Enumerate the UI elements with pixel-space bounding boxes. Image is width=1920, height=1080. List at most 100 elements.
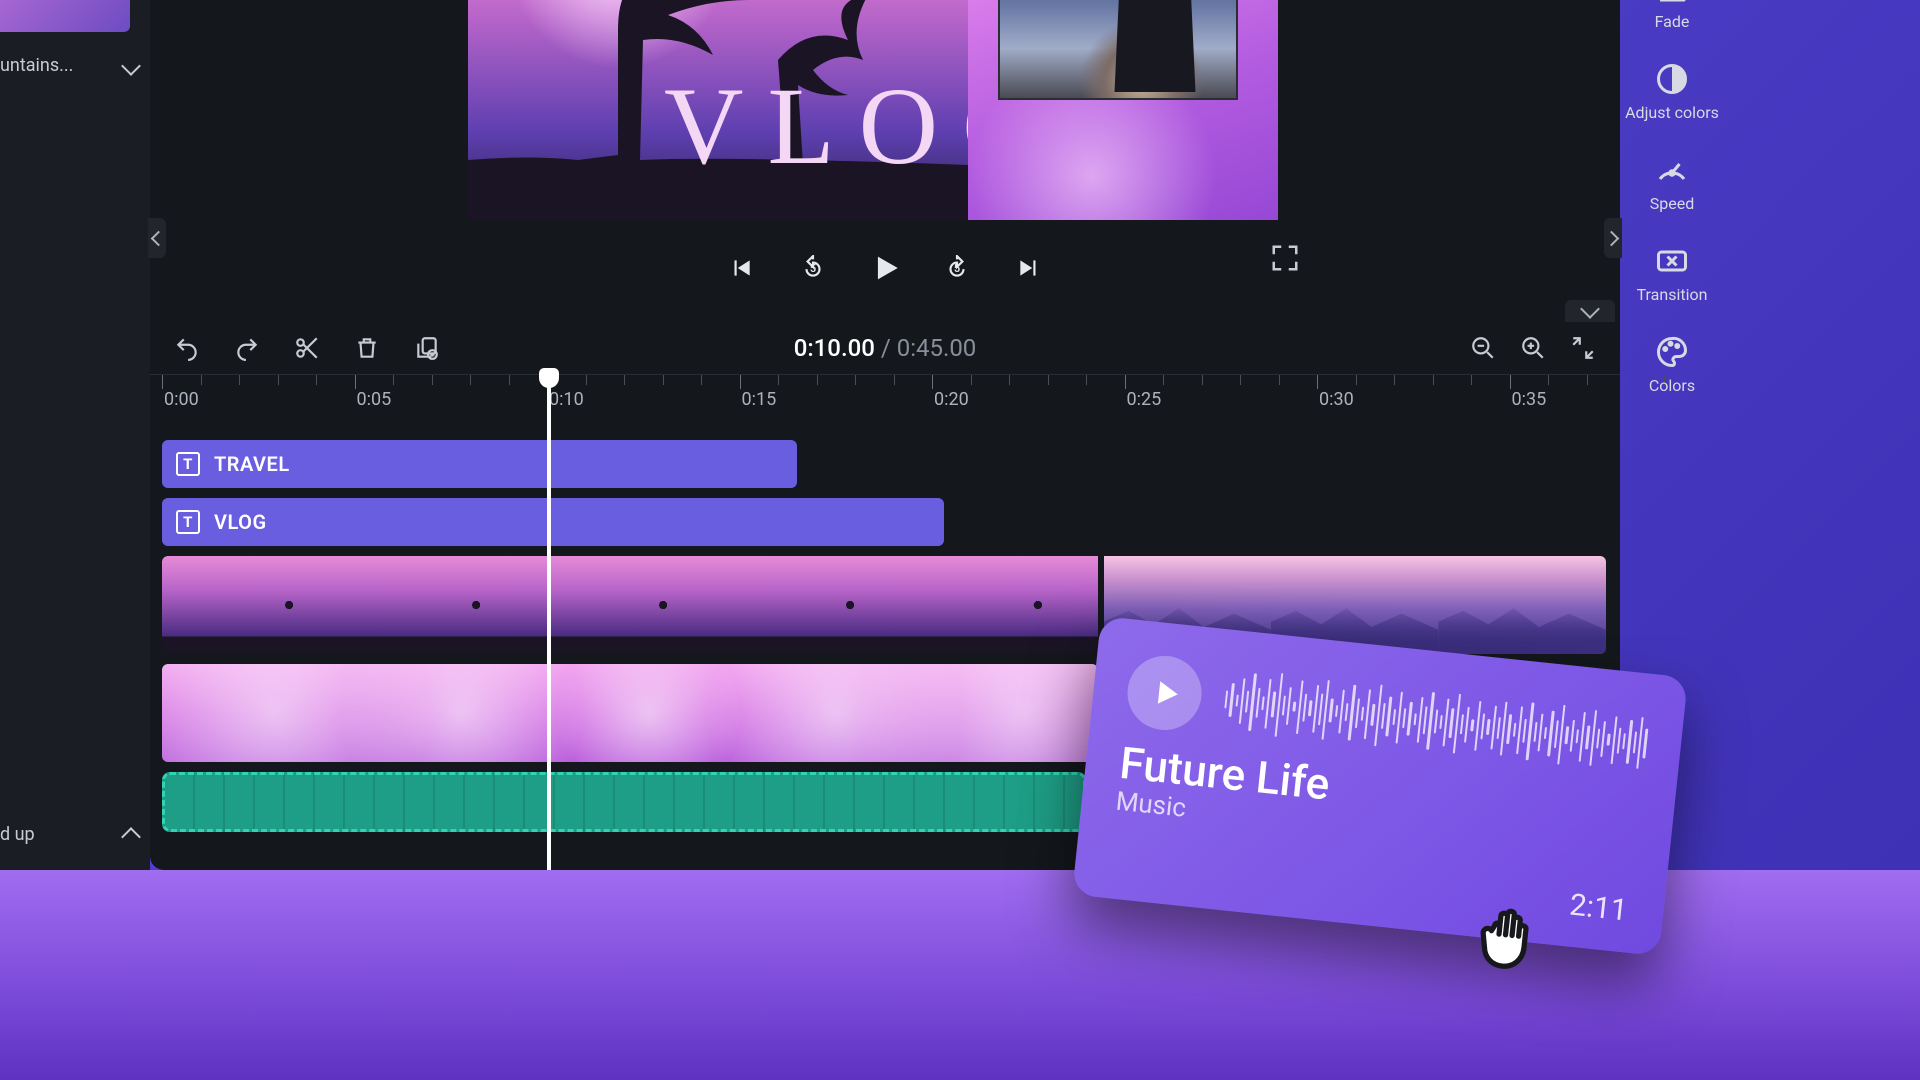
ruler-minor-tick — [586, 375, 587, 385]
ruler-label: 0:30 — [1319, 389, 1354, 410]
ruler-minor-tick — [778, 375, 779, 385]
collapse-timeline-button[interactable] — [1565, 300, 1615, 322]
chevron-up-icon — [121, 827, 141, 847]
video-clip-thumbnail[interactable] — [162, 556, 349, 654]
media-group-row[interactable]: d up — [0, 824, 150, 845]
video-clip-thumbnail — [162, 664, 1098, 762]
tool-adjust[interactable]: Adjust colors — [1625, 61, 1719, 122]
ruler-minor-tick — [894, 375, 895, 385]
ruler-minor-tick — [971, 375, 972, 385]
timeline-toolbar: 0:10.00 / 0:45.00 — [150, 322, 1620, 374]
tool-speed[interactable]: Speed — [1650, 152, 1694, 213]
text-clip-label: TRAVEL — [214, 452, 290, 476]
ruler-minor-tick — [239, 375, 240, 385]
undo-button[interactable] — [174, 335, 200, 361]
ruler-minor-tick — [1086, 375, 1087, 385]
ruler-minor-tick — [1163, 375, 1164, 385]
speed-icon — [1654, 152, 1690, 188]
tool-label: Speed — [1650, 194, 1694, 213]
text-clip-label: VLOG — [214, 510, 267, 534]
media-library-panel: untains... d up — [0, 0, 150, 870]
ruler-minor-tick — [1356, 375, 1357, 385]
ruler-tick — [932, 375, 933, 389]
ruler-minor-tick — [1279, 375, 1280, 385]
ruler-minor-tick — [1587, 375, 1588, 385]
media-group-label: d up — [0, 824, 35, 845]
skip-start-button[interactable] — [724, 251, 758, 285]
forward-seconds-label: 5 — [954, 262, 960, 275]
fullscreen-button[interactable] — [1270, 243, 1300, 273]
title-overlay-text: VLOG — [664, 63, 968, 190]
ruler-label: 0:35 — [1512, 389, 1547, 410]
ruler-minor-tick — [1048, 375, 1049, 385]
text-clip[interactable]: T TRAVEL — [162, 440, 797, 488]
playhead[interactable] — [547, 376, 551, 870]
grab-cursor-icon — [1464, 884, 1556, 976]
text-clip[interactable]: TVLOG — [162, 498, 944, 546]
skip-end-button[interactable] — [1012, 251, 1046, 285]
music-duration: 2:11 — [1568, 888, 1629, 929]
music-card-dragging[interactable]: Future Life Music 2:11 — [1072, 616, 1688, 956]
zoom-in-button[interactable] — [1520, 335, 1546, 361]
preview-overlay-frame — [968, 0, 1278, 220]
ruler-label: 0:15 — [742, 389, 777, 410]
media-item-label: untains... — [0, 55, 73, 76]
tool-colors[interactable]: Colors — [1649, 334, 1695, 395]
preview-main-frame: VLOG — [468, 0, 968, 220]
ruler-tick — [740, 375, 741, 389]
fade-icon — [1654, 0, 1690, 6]
zoom-out-button[interactable] — [1470, 335, 1496, 361]
media-thumbnail[interactable] — [0, 0, 130, 32]
picture-in-picture[interactable] — [998, 0, 1238, 100]
timeline-ruler[interactable]: 0:000:050:100:150:200:250:300:35 — [150, 374, 1620, 418]
tool-label: Fade — [1655, 12, 1690, 31]
chevron-down-icon — [121, 56, 141, 76]
ruler-minor-tick — [201, 375, 202, 385]
forward-5-button[interactable]: 5 — [940, 251, 974, 285]
ruler-tick — [162, 375, 163, 389]
rewind-5-button[interactable]: 5 — [796, 251, 830, 285]
ruler-tick — [1125, 375, 1126, 389]
play-button[interactable] — [868, 251, 902, 285]
preview-canvas[interactable]: VLOG — [468, 0, 1278, 220]
ruler-label: 0:10 — [549, 389, 584, 410]
playback-controls: 5 5 — [150, 233, 1620, 303]
video-track — [162, 556, 1606, 654]
audio-drop-zone[interactable] — [162, 772, 1086, 832]
ruler-minor-tick — [1394, 375, 1395, 385]
ruler-minor-tick — [1009, 375, 1010, 385]
ruler-minor-tick — [1548, 375, 1549, 385]
tool-fade[interactable]: Fade — [1654, 0, 1690, 31]
ruler-minor-tick — [1471, 375, 1472, 385]
ruler-minor-tick — [1240, 375, 1241, 385]
overlay-video-clip[interactable] — [162, 664, 1098, 762]
ruler-label: 0:20 — [934, 389, 969, 410]
adjust-icon — [1654, 61, 1690, 97]
split-button[interactable] — [294, 335, 320, 361]
video-clip-thumbnail[interactable] — [1438, 556, 1605, 654]
media-item-row[interactable]: untains... — [0, 55, 150, 76]
text-icon: T — [176, 452, 200, 476]
ruler-label: 0:05 — [357, 389, 392, 410]
ruler-minor-tick — [1433, 375, 1434, 385]
current-time: 0:10.00 — [794, 334, 875, 362]
ruler-minor-tick — [316, 375, 317, 385]
properties-rail: Fade Adjust colors Speed Transition Colors — [1617, 0, 1727, 480]
ruler-minor-tick — [663, 375, 664, 385]
ruler-minor-tick — [278, 375, 279, 385]
video-clip-thumbnail[interactable] — [910, 556, 1097, 654]
video-clip-thumbnail[interactable] — [723, 556, 910, 654]
video-clip-thumbnail[interactable] — [536, 556, 723, 654]
ruler-tick — [1317, 375, 1318, 389]
tool-transition[interactable]: Transition — [1637, 243, 1708, 304]
redo-button[interactable] — [234, 335, 260, 361]
fit-timeline-button[interactable] — [1570, 335, 1596, 361]
tool-label: Adjust colors — [1625, 103, 1719, 122]
transition-icon — [1654, 243, 1690, 279]
ruler-tick — [1510, 375, 1511, 389]
delete-button[interactable] — [354, 335, 380, 361]
tool-label: Transition — [1637, 285, 1708, 304]
video-clip-thumbnail[interactable] — [349, 556, 536, 654]
music-preview-play-button[interactable] — [1124, 652, 1205, 733]
duplicate-button[interactable] — [414, 335, 440, 361]
